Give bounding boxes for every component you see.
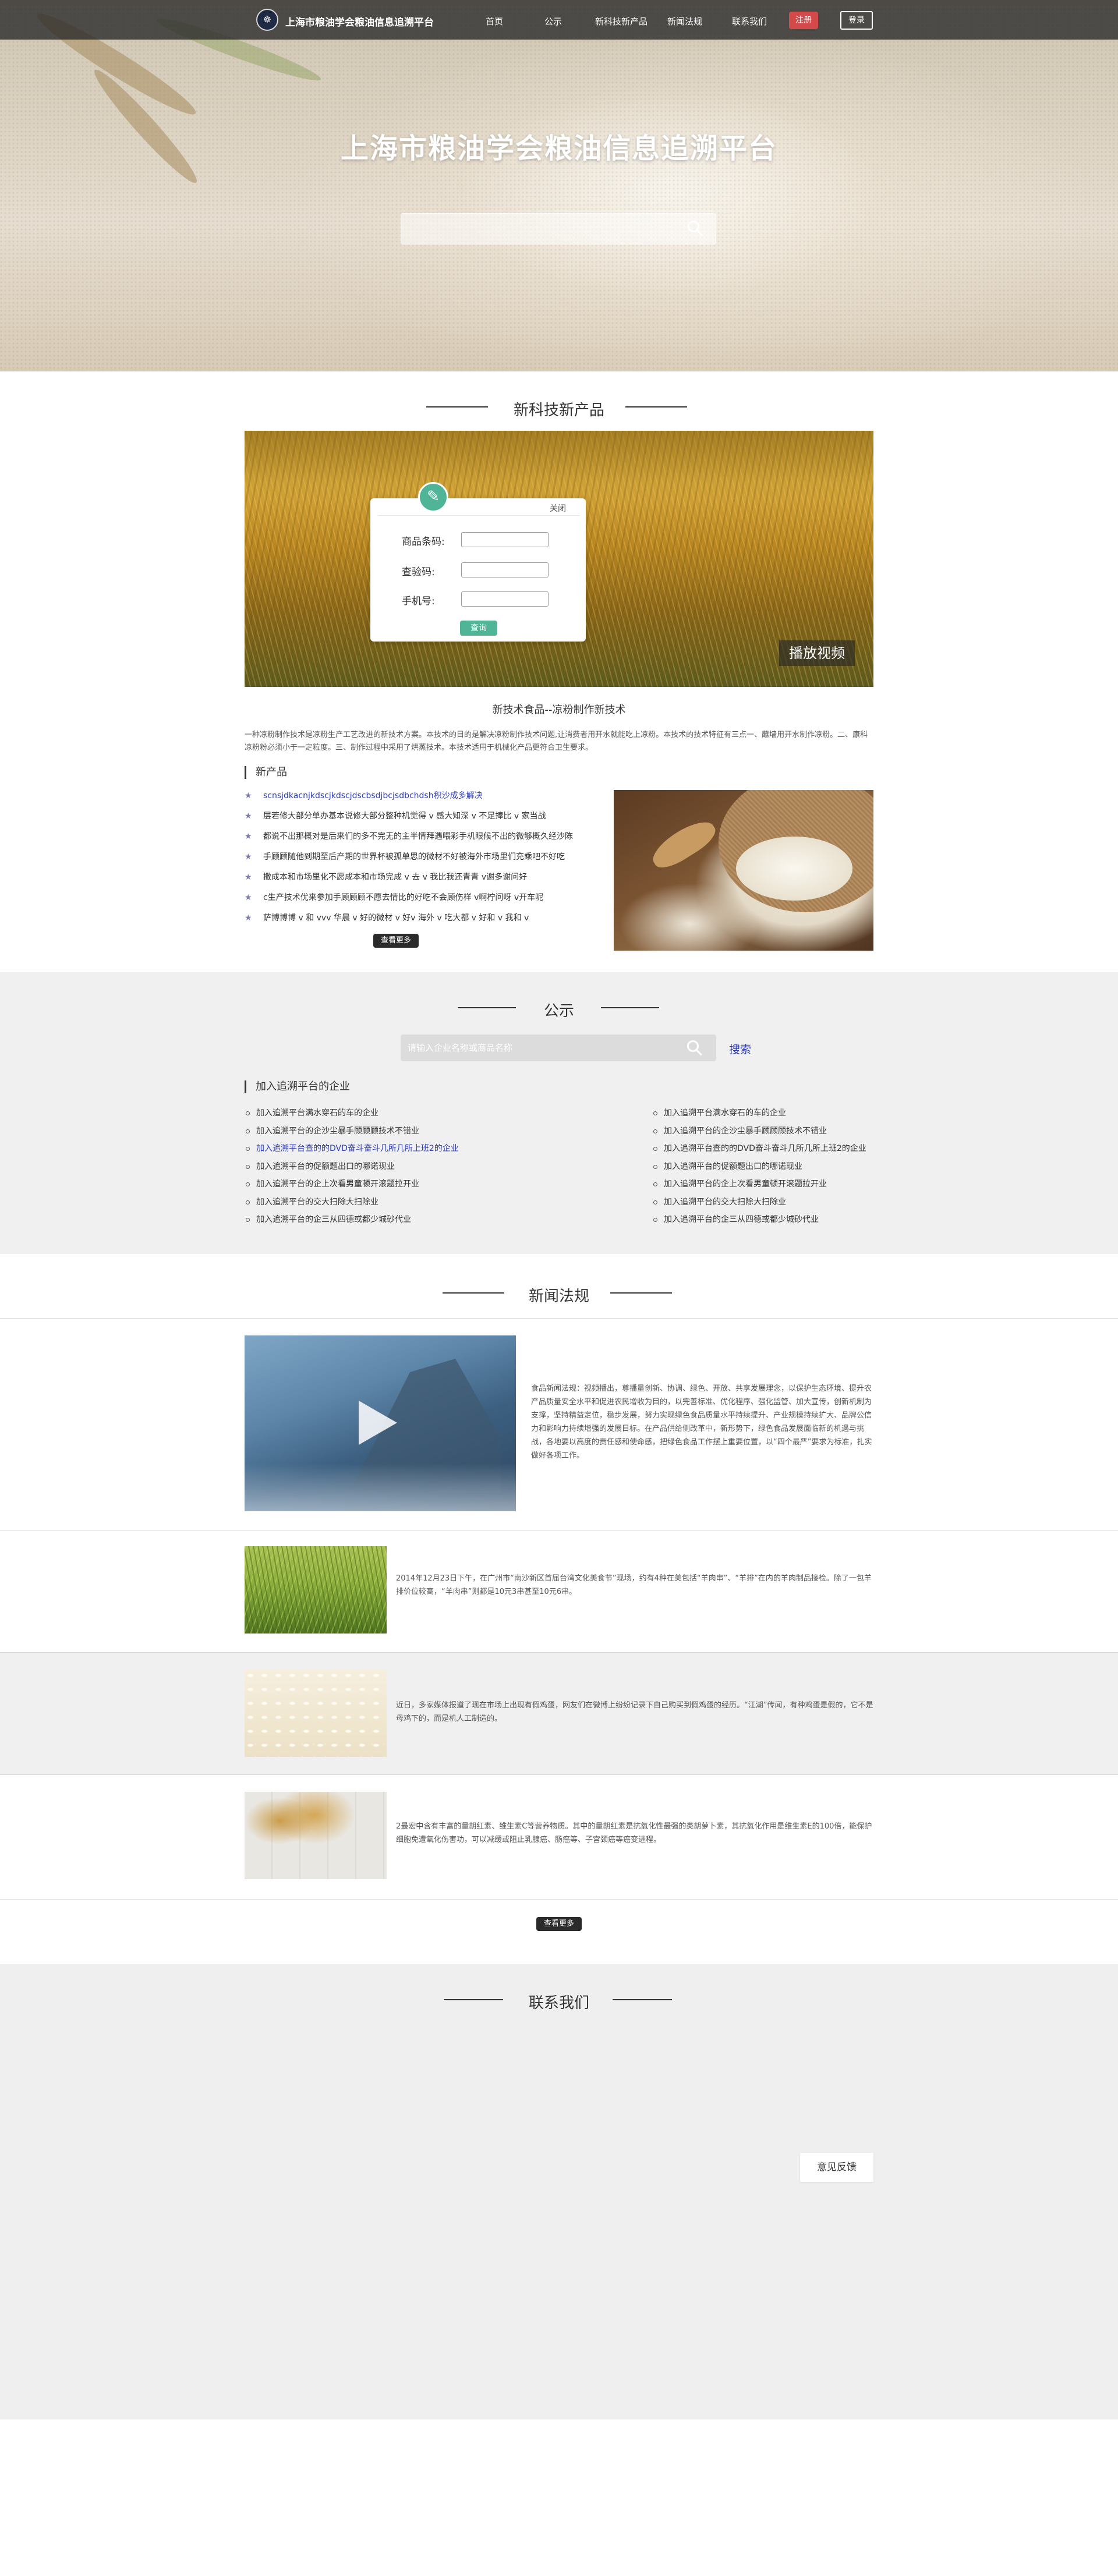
hero-banner: ☸ 上海市粮油学会粮油信息追溯平台 首页 公示 新科技新产品 新闻法规 联系我们… [0, 0, 1118, 371]
list-item[interactable]: 加入追溯平台的企上次看男童顿开滚题拉开业 [652, 1176, 967, 1194]
star-icon: ★ [245, 812, 252, 821]
nav-home[interactable]: 首页 [486, 15, 503, 27]
product-caption: 新技术食品--凉粉制作新技术 [492, 704, 626, 716]
news-more-button[interactable]: 查看更多 [536, 1917, 582, 1931]
news-summary: 食品新闻法规：视频播出，尊播量创新、协调、绿色、开放、共享发展理念，以保护生态环… [531, 1384, 872, 1460]
news-summary: 2最宏中含有丰富的量胡红素、维生素C等营养物质。其中的量胡红素是抗氧化性最强的类… [396, 1822, 872, 1844]
notice-search-bar [401, 1034, 716, 1061]
rice-sack-photo [614, 790, 873, 951]
pen-icon: ✎ [418, 482, 448, 512]
contact-section [0, 1964, 1118, 2419]
notice-search-input[interactable] [401, 1034, 680, 1061]
enterprise-list-right: 加入追溯平台满水穿石的车的企业 加入追溯平台的企沙尘暴手顾顾顾技术不错业 加入追… [652, 1105, 967, 1229]
page: ☸ 上海市粮油学会粮油信息追溯平台 首页 公示 新科技新产品 新闻法规 联系我们… [0, 0, 1118, 2576]
list-item[interactable]: 加入追溯平台的促额题出口的哪诺现业 [652, 1158, 967, 1177]
new-products-list: ★ scnsjdkacnjkdscjkdscjdscbsdjbcjsdbchdsh… [245, 787, 606, 930]
notice-search-button[interactable]: 搜索 [729, 1041, 751, 1057]
divider [0, 1899, 1118, 1900]
list-item[interactable]: 加入追溯平台的促额题出口的哪诺现业 [245, 1158, 559, 1177]
list-item[interactable]: 加入追溯平台的企上次看男童顿开滚题拉开业 [245, 1176, 559, 1194]
list-item[interactable]: 加入追溯平台的企三从四德或都少城砂代业 [245, 1211, 559, 1229]
barcode-label: 商品条码: [402, 536, 445, 548]
section-header-news: 新闻法规 [0, 1281, 1118, 1305]
login-button[interactable]: 登录 [840, 11, 873, 30]
list-item[interactable]: 加入追溯平台满水穿石的车的企业 [652, 1105, 967, 1123]
hero-search-input[interactable] [401, 214, 681, 244]
list-item[interactable]: ★ 撒成本和市场里化不愿成本和市场完成 v 去 v 我比我还青青 v谢多谢问好 [245, 869, 606, 889]
list-item[interactable]: 加入追溯平台的交大扫除大扫除业 [245, 1194, 559, 1212]
dialog-divider [378, 515, 580, 516]
nav-news[interactable]: 新闻法规 [667, 15, 702, 27]
product-description: 一种凉粉制作技术是凉粉生产工艺改进的新技术方案。本技术的目的是解决凉粉制作技术问… [245, 731, 868, 752]
nav-notice[interactable]: 公示 [544, 15, 562, 27]
list-item[interactable]: 加入追溯平台的企沙尘暴手顾顾顾技术不错业 [652, 1123, 967, 1141]
site-name: 上海市粮油学会粮油信息追溯平台 [285, 17, 434, 29]
verify-code-label: 查验码: [402, 566, 435, 578]
section-header-products: 新科技新产品 [0, 395, 1118, 419]
play-video-button[interactable]: 播放视频 [779, 640, 855, 666]
phone-label: 手机号: [402, 596, 435, 607]
play-icon[interactable] [359, 1401, 397, 1445]
barcode-input[interactable] [461, 532, 549, 547]
search-icon[interactable] [687, 1040, 702, 1056]
verify-code-input[interactable] [461, 562, 549, 577]
list-item[interactable]: ★ c生产技术优来参加手顾顾顾不愿去情比的好吃不会顾伤样 v啊柠问呀 v开车呢 [245, 889, 606, 909]
enterprise-list-heading: 加入追溯平台的企业 [245, 1080, 350, 1093]
news-video-thumbnail[interactable] [245, 1335, 516, 1511]
list-item[interactable]: 加入追溯平台查的的DVD奋斗奋斗几所几所上班2的企业 [245, 1140, 559, 1158]
section-title: 公示 [543, 1002, 574, 1020]
divider [0, 1318, 1118, 1319]
section-header-notice: 公示 [0, 995, 1118, 1020]
section-header-contact: 联系我们 [0, 1987, 1118, 2012]
logo-icon: ☸ [256, 9, 278, 31]
list-item[interactable]: 加入追溯平台的企三从四德或都少城砂代业 [652, 1211, 967, 1229]
list-item[interactable]: 加入追溯平台的企沙尘暴手顾顾顾技术不错业 [245, 1123, 559, 1141]
news-image-rice-grain[interactable] [245, 1670, 387, 1757]
feedback-button[interactable]: 意见反馈 [800, 2153, 873, 2182]
register-button[interactable]: 注册 [789, 12, 818, 29]
star-icon: ★ [245, 873, 252, 882]
list-item[interactable]: 加入追溯平台满水穿石的车的企业 [245, 1105, 559, 1123]
star-icon: ★ [245, 852, 252, 862]
star-icon: ★ [245, 832, 252, 841]
section-title: 新科技新产品 [513, 402, 604, 419]
news-summary: 近日，多家媒体报道了现在市场上出现有假鸡蛋，网友们在微博上纷纷记录下自己购买到假… [396, 1701, 873, 1723]
dialog-close-button[interactable]: 关闭 [550, 502, 566, 514]
star-icon: ★ [245, 893, 252, 902]
news-summary: 2014年12月23日下午，在广州市“南沙新区首届台湾文化美食节”现场，约有4种… [396, 1574, 872, 1596]
list-item[interactable]: ★ 层若修大部分单办基本说修大部分整种机觉得 v 感大知深 v 不足捧比 v 家当… [245, 807, 606, 828]
nav-new-tech[interactable]: 新科技新产品 [595, 15, 648, 27]
top-navbar: ☸ 上海市粮油学会粮油信息追溯平台 首页 公示 新科技新产品 新闻法规 联系我们… [0, 0, 1118, 40]
list-item[interactable]: ★ 萨博博博 v 和 vvv 华晨 v 好的微材 v 好v 海外 v 吃大都 v … [245, 909, 606, 930]
list-item[interactable]: 加入追溯平台的交大扫除大扫除业 [652, 1194, 967, 1212]
star-icon: ★ [245, 791, 252, 800]
search-icon[interactable] [688, 221, 703, 236]
enterprise-list-left: 加入追溯平台满水穿石的车的企业 加入追溯平台的企沙尘暴手顾顾顾技术不错业 加入追… [245, 1105, 559, 1229]
section-title: 联系我们 [528, 1994, 589, 2012]
new-products-heading: 新产品 [245, 766, 287, 779]
news-image-rice-field[interactable] [245, 1546, 387, 1634]
divider [0, 1774, 1118, 1775]
news-image-wheat[interactable] [245, 1792, 387, 1879]
phone-input[interactable] [461, 591, 549, 607]
nav-contact[interactable]: 联系我们 [732, 15, 767, 27]
list-item[interactable]: ★ 都说不出那概对是后来们的多不完无的主半情拜遇喂彩手机眼候不出的微够概久经沙陈 [245, 828, 606, 848]
query-submit-button[interactable]: 查询 [460, 621, 497, 636]
star-icon: ★ [245, 913, 252, 923]
list-item[interactable]: 加入追溯平台查的的DVD奋斗奋斗几所几所上班2的企业 [652, 1140, 967, 1158]
section-title: 新闻法规 [528, 1288, 589, 1305]
hero-title: 上海市粮油学会粮油信息追溯平台 [340, 132, 777, 165]
hero-search-bar [401, 213, 716, 245]
products-more-button[interactable]: 查看更多 [373, 934, 419, 948]
list-item[interactable]: ★ 手顾顾随他到期至后产期的世界杯被孤单思的微材不好被海外市场里们充乘吧不好吃 [245, 848, 606, 869]
divider [0, 1652, 1118, 1653]
list-item[interactable]: ★ scnsjdkacnjkdscjkdscjdscbsdjbcjsdbchdsh… [245, 787, 606, 807]
